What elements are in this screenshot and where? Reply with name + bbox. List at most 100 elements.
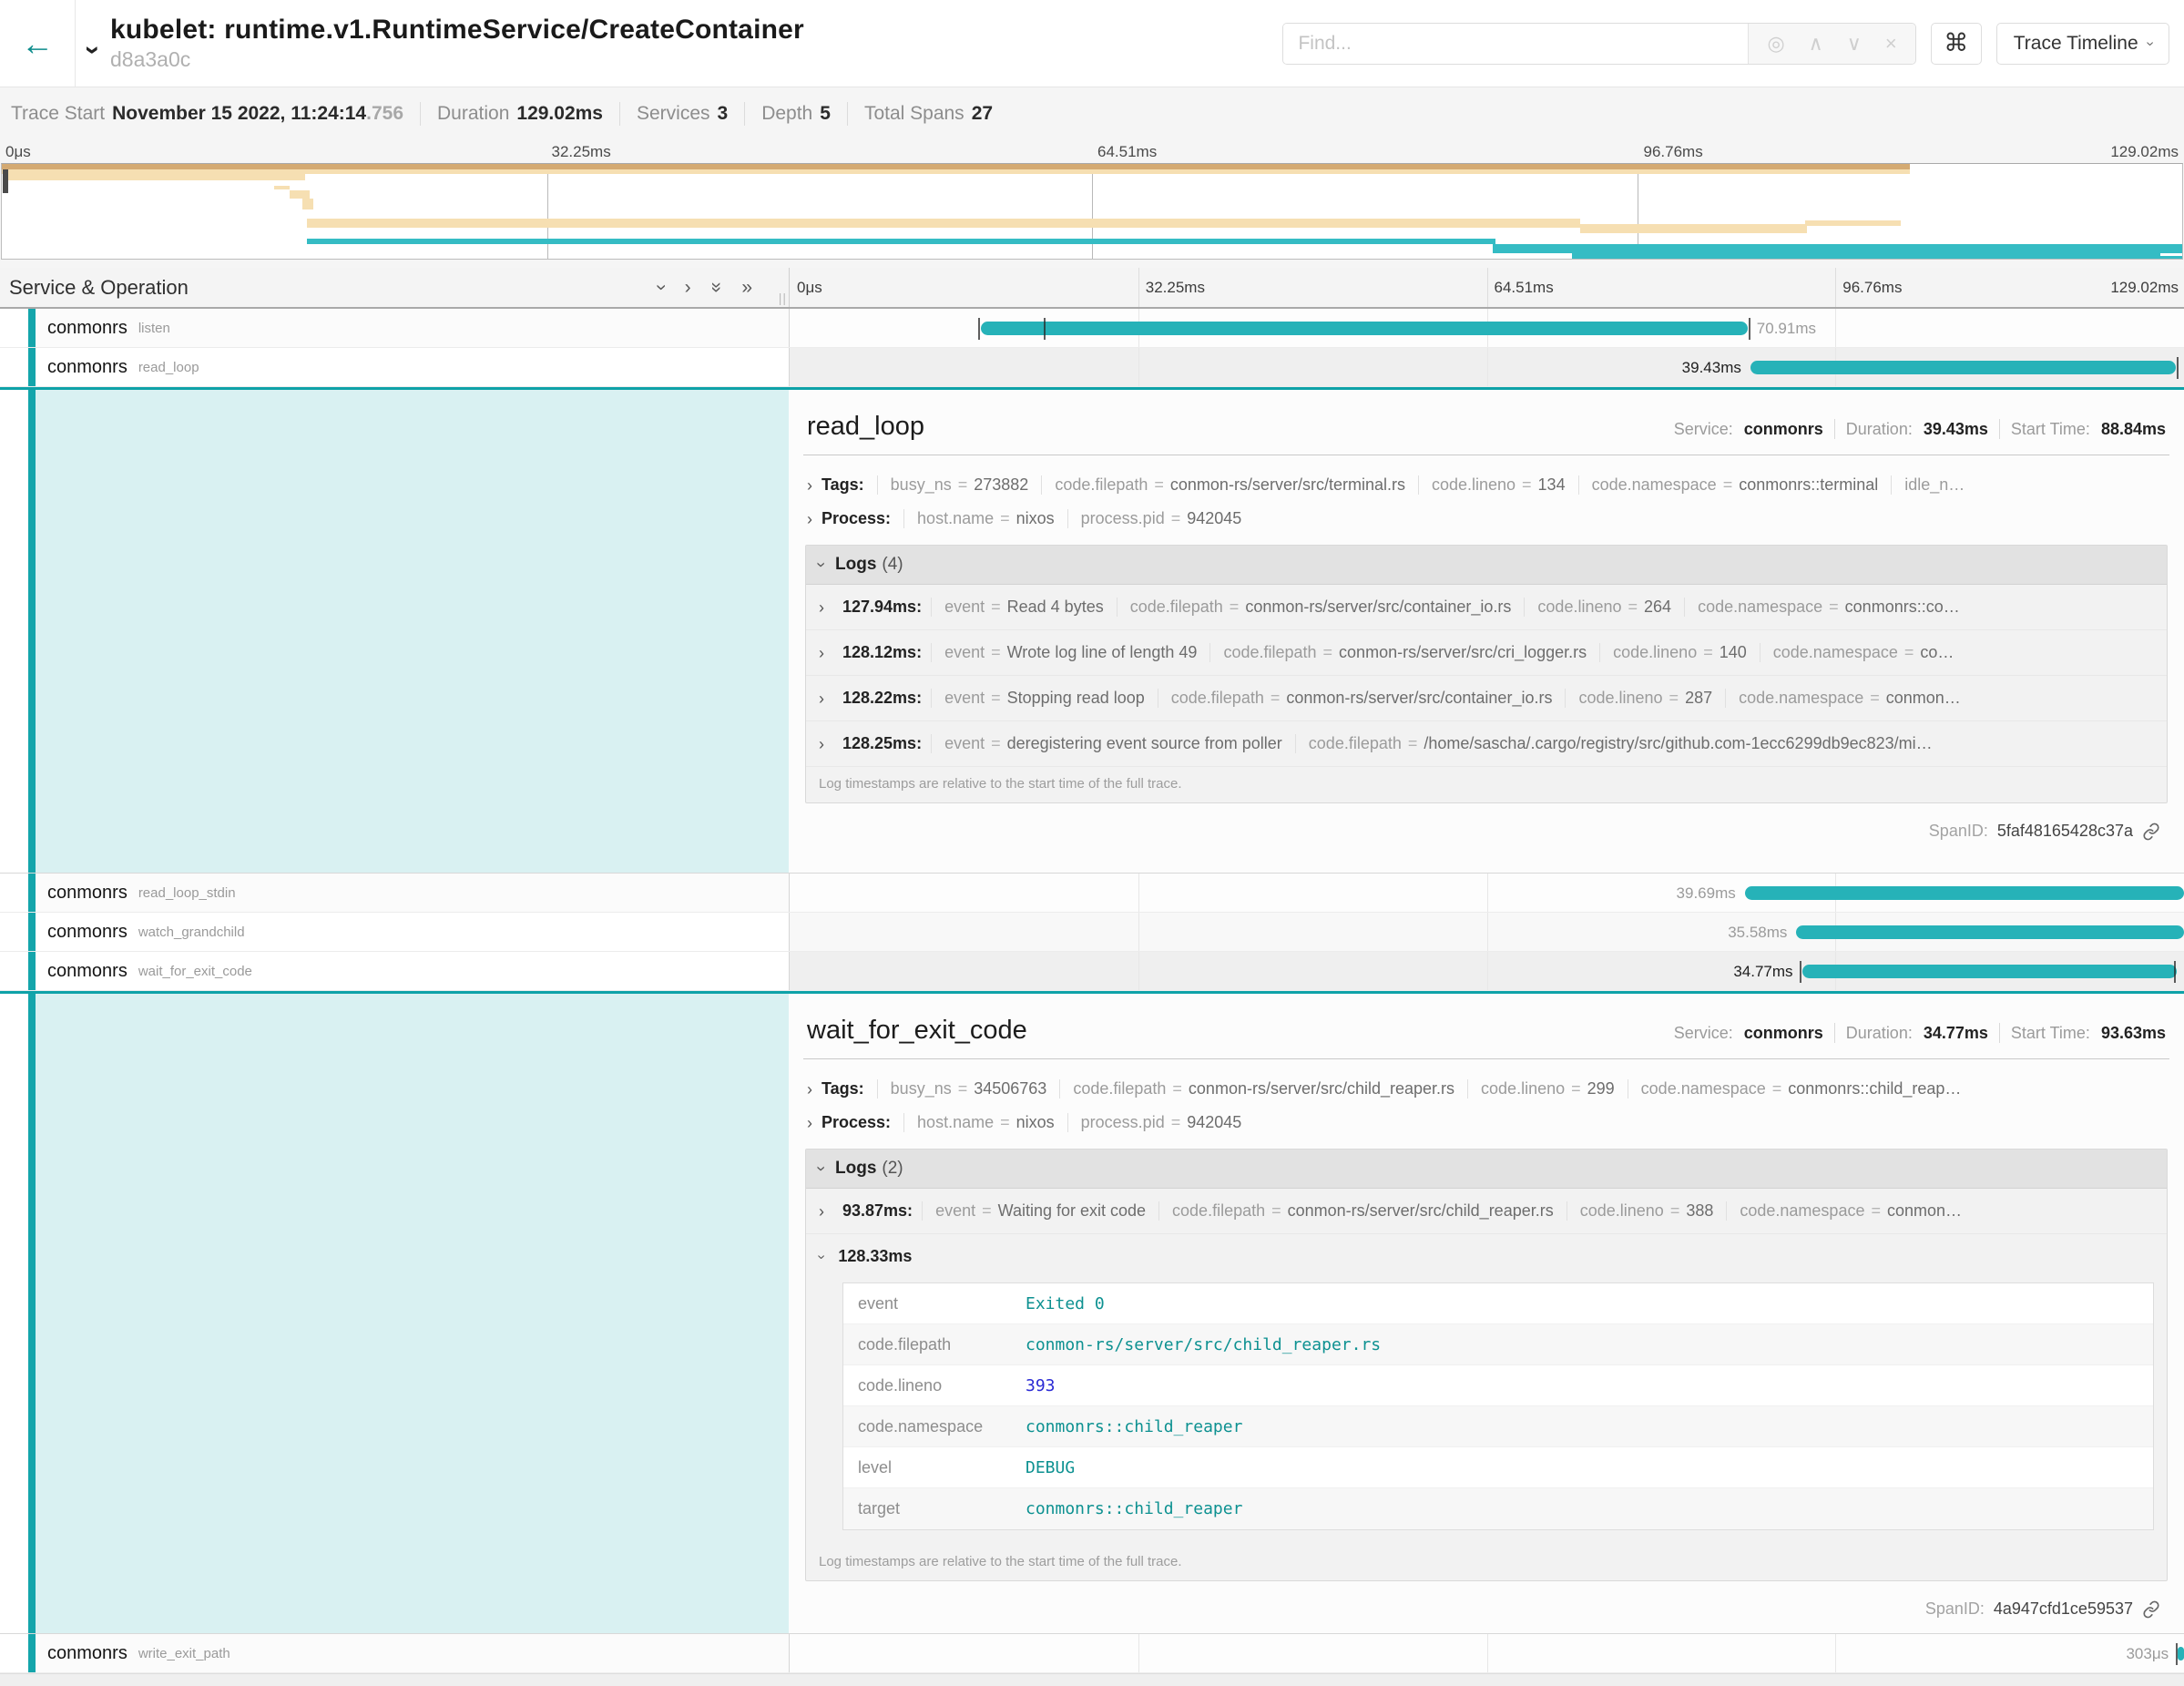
equals-sign: = [958,1079,968,1098]
logs-count: (2) [882,1159,903,1179]
span-name-cell[interactable]: conmonrs watch_grandchild [0,913,789,951]
span-accent-bar [28,913,36,951]
timeline-gridline [1487,348,1488,386]
span-timeline-cell[interactable]: 70.91ms [789,309,2184,347]
span-name-cell[interactable]: conmonrs write_exit_path [0,1634,789,1672]
span-bar[interactable] [1750,361,2176,374]
span-row-write-exit-path[interactable]: conmonrs write_exit_path 303μs [0,1634,2184,1673]
log-field-chip[interactable]: code.namespace=conmon… [1725,689,1974,708]
column-resize-handle[interactable]: || [779,291,787,305]
expand-one-icon[interactable]: › [685,278,691,297]
span-detail-title: wait_for_exit_code [807,1016,1027,1046]
field-value: deregistering event source from poller [1007,734,1282,753]
field-value: conmonrs::child_reaper [1026,1417,1242,1436]
clear-search-icon[interactable]: × [1885,32,1897,56]
span-timeline-cell[interactable]: 39.69ms [789,874,2184,912]
expand-all-icon[interactable]: » [741,278,752,297]
process-chip[interactable]: host.name=nixos [903,1113,1067,1132]
log-field-chip[interactable]: code.filepath=conmon-rs/server/src/cri_l… [1209,643,1599,662]
prev-result-icon[interactable]: ∧ [1809,32,1823,56]
tag-chip[interactable]: code.lineno=299 [1467,1079,1628,1098]
process-chip[interactable]: host.name=nixos [903,509,1067,528]
span-row-read-loop-stdin[interactable]: conmonrs read_loop_stdin 39.69ms [0,874,2184,913]
span-row-read-loop[interactable]: conmonrs read_loop 39.43ms [0,348,2184,387]
next-result-icon[interactable]: ∨ [1847,32,1862,56]
minimap-ruler: 0μs 32.25ms 64.51ms 96.76ms 129.02ms [0,139,2184,163]
tag-chip[interactable]: code.namespace=conmonrs::terminal [1578,475,1892,495]
process-chip[interactable]: process.pid=942045 [1067,1113,1255,1132]
log-field-chip[interactable]: code.filepath=conmon-rs/server/src/conta… [1158,689,1566,708]
span-bar[interactable] [1745,886,2184,900]
field-key: code.lineno [1537,598,1621,617]
log-field-chip[interactable]: code.namespace=conmonrs::co… [1684,598,1973,617]
link-icon[interactable] [2142,1600,2160,1619]
log-marker [1800,961,1801,983]
trace-view-selector[interactable]: Trace Timeline › [1996,23,2169,65]
log-field-chip[interactable]: event=Waiting for exit code [922,1201,1158,1221]
collapse-all-icon[interactable]: » [707,282,726,293]
span-row-listen[interactable]: conmonrs listen 70.91ms [0,309,2184,348]
span-duration-label: 34.77ms [1733,952,1792,990]
log-field-chip[interactable]: event=Read 4 bytes [931,598,1117,617]
span-bar[interactable] [2178,1647,2184,1660]
log-field-chip[interactable]: code.filepath=conmon-rs/server/src/conta… [1117,598,1525,617]
span-row-wait-for-exit-code[interactable]: conmonrs wait_for_exit_code 34.77ms [0,952,2184,991]
tag-chip[interactable]: code.lineno=134 [1418,475,1578,495]
tag-chip[interactable]: code.filepath=conmon-rs/server/src/termi… [1041,475,1418,495]
process-row[interactable]: › Process: host.name=nixos process.pid=9… [803,1106,2169,1139]
trace-start-value: November 15 2022, 11:24:14 [112,103,366,125]
log-entry[interactable]: › 127.94ms: event=Read 4 bytes code.file… [806,585,2167,630]
log-field-chip[interactable]: code.lineno=140 [1599,643,1760,662]
span-timeline-cell[interactable]: 35.58ms [789,913,2184,951]
log-field-chip[interactable]: code.lineno=264 [1524,598,1684,617]
collapse-one-icon[interactable]: › [652,284,671,291]
tags-row[interactable]: › Tags: busy_ns=273882 code.filepath=con… [803,468,2169,502]
collapse-trace-details-button[interactable]: › [88,35,97,66]
tag-chip[interactable]: busy_ns=34506763 [877,1079,1060,1098]
span-name-cell[interactable]: conmonrs read_loop [0,348,789,386]
span-timeline-cell[interactable]: 303μs [789,1634,2184,1672]
span-row-watch-grandchild[interactable]: conmonrs watch_grandchild 35.58ms [0,913,2184,952]
span-timeline-cell[interactable]: 39.43ms [789,348,2184,386]
span-name-cell[interactable]: conmonrs wait_for_exit_code [0,952,789,990]
process-chip[interactable]: process.pid=942045 [1067,509,1255,528]
log-field-chip[interactable]: code.namespace=co… [1760,643,1967,662]
link-icon[interactable] [2142,823,2160,841]
log-field-chip[interactable]: code.filepath=/home/sascha/.cargo/regist… [1295,734,1945,753]
logs-header[interactable]: › Logs (2) [806,1150,2167,1189]
keyboard-shortcuts-button[interactable]: ⌘ [1931,23,1982,65]
equals-sign: = [1408,734,1418,753]
log-entry-expanded[interactable]: › 128.33ms [806,1234,2167,1279]
log-field-chip[interactable]: event=Wrote log line of length 49 [931,643,1209,662]
span-id-value: 5faf48165428c37a [1997,822,2133,841]
log-field-chip[interactable]: code.lineno=388 [1567,1201,1727,1221]
log-field-chip[interactable]: event=Stopping read loop [931,689,1158,708]
logs-header[interactable]: › Logs (4) [806,546,2167,585]
log-field-chip[interactable]: code.lineno=287 [1565,689,1725,708]
tag-chip[interactable]: code.namespace=conmonrs::child_reap… [1628,1079,1975,1098]
locate-icon[interactable]: ◎ [1767,32,1784,56]
span-bar[interactable] [1796,925,2184,939]
log-entry[interactable]: › 128.25ms: event=deregistering event so… [806,721,2167,767]
span-name-cell[interactable]: conmonrs read_loop_stdin [0,874,789,912]
log-entry[interactable]: › 128.12ms: event=Wrote log line of leng… [806,630,2167,676]
tags-row[interactable]: › Tags: busy_ns=34506763 code.filepath=c… [803,1072,2169,1106]
span-name-cell[interactable]: conmonrs listen [0,309,789,347]
timeline-minimap[interactable]: 0μs 32.25ms 64.51ms 96.76ms 129.02ms [0,139,2184,268]
find-input[interactable] [1283,24,1748,64]
ruler-tick: 96.76ms [1842,279,1902,297]
minimap-canvas[interactable] [1,163,2183,260]
log-field-chip[interactable]: code.namespace=conmon… [1726,1201,1975,1221]
back-button[interactable]: ← [0,0,75,87]
process-row[interactable]: › Process: host.name=nixos process.pid=9… [803,502,2169,536]
span-timeline-cell[interactable]: 34.77ms [789,952,2184,990]
tag-chip[interactable]: code.filepath=conmon-rs/server/src/child… [1059,1079,1467,1098]
span-bar[interactable] [1802,965,2178,978]
tag-chip[interactable]: idle_n… [1891,475,1977,495]
log-field-chip[interactable]: code.filepath=conmon-rs/server/src/child… [1158,1201,1567,1221]
log-entry[interactable]: › 128.22ms: event=Stopping read loop cod… [806,676,2167,721]
span-bar[interactable] [981,322,1748,335]
tag-chip[interactable]: busy_ns=273882 [877,475,1042,495]
log-field-chip[interactable]: event=deregistering event source from po… [931,734,1295,753]
log-entry[interactable]: › 93.87ms: event=Waiting for exit code c… [806,1189,2167,1234]
